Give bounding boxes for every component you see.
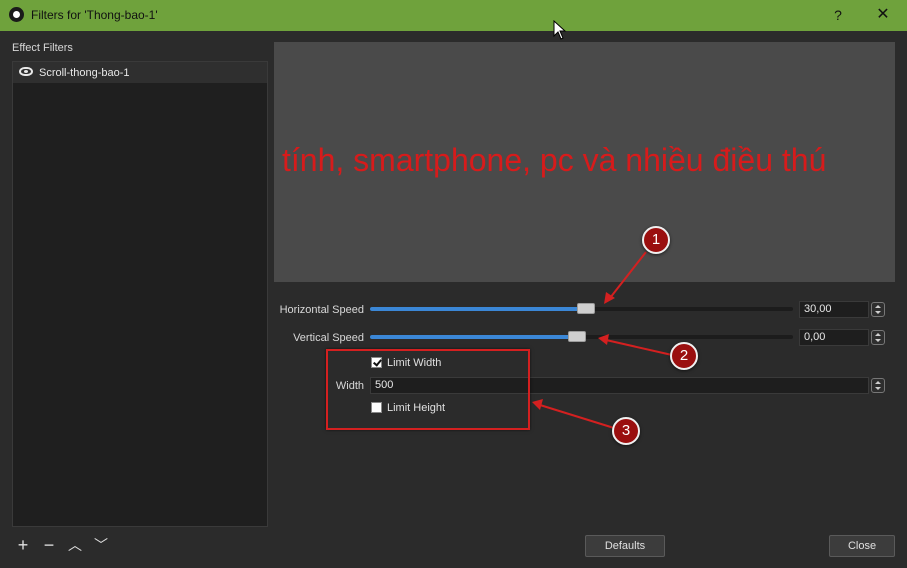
horizontal-speed-spinner[interactable] <box>871 302 885 317</box>
mouse-cursor-icon <box>553 20 567 40</box>
move-down-button[interactable]: ﹀ <box>91 535 111 555</box>
defaults-button[interactable]: Defaults <box>585 535 665 557</box>
width-spinner[interactable] <box>871 378 885 393</box>
vertical-speed-label: Vertical Speed <box>293 332 364 344</box>
filter-item-label: Scroll-thong-bao-1 <box>39 67 130 79</box>
title-bar: Filters for 'Thong-bao-1' ? ✕ <box>0 0 907 31</box>
annotation-arrowhead-3 <box>532 399 543 410</box>
annotation-arrow-3 <box>539 404 615 429</box>
horizontal-speed-label: Horizontal Speed <box>279 304 364 316</box>
annotation-arrowhead-1 <box>604 292 615 304</box>
close-button[interactable]: Close <box>829 535 895 557</box>
annotation-arrow-2 <box>605 339 673 356</box>
annotation-badge-3: 3 <box>612 417 640 445</box>
vertical-speed-slider[interactable] <box>370 331 793 342</box>
remove-filter-button[interactable]: − <box>39 535 59 555</box>
move-up-button[interactable]: ︿ <box>65 535 85 555</box>
obs-logo-icon <box>9 7 24 22</box>
horizontal-speed-slider[interactable] <box>370 303 793 314</box>
window-close-button[interactable]: ✕ <box>872 5 894 25</box>
preview-scroll-text: tính, smartphone, pc và nhiều điều thú <box>282 142 827 178</box>
annotation-badge-2: 2 <box>670 342 698 370</box>
vertical-speed-fill <box>370 335 578 339</box>
help-button[interactable]: ? <box>828 5 848 25</box>
vertical-speed-handle[interactable] <box>568 331 587 342</box>
effect-filters-heading: Effect Filters <box>12 42 73 54</box>
filter-list[interactable]: Scroll-thong-bao-1 <box>12 61 268 527</box>
horizontal-speed-input[interactable]: 30,00 <box>799 301 869 318</box>
horizontal-speed-handle[interactable] <box>576 303 595 314</box>
add-filter-button[interactable]: + <box>13 535 33 555</box>
window-title: Filters for 'Thong-bao-1' <box>31 8 158 22</box>
annotation-highlight-box <box>326 349 530 430</box>
filter-item-scroll[interactable]: Scroll-thong-bao-1 <box>13 62 267 83</box>
vertical-speed-spinner[interactable] <box>871 330 885 345</box>
source-preview: tính, smartphone, pc và nhiều điều thú <box>274 42 895 282</box>
visibility-eye-icon[interactable] <box>19 67 33 76</box>
annotation-badge-1: 1 <box>642 226 670 254</box>
vertical-speed-input[interactable]: 0,00 <box>799 329 869 346</box>
horizontal-speed-fill <box>370 307 586 311</box>
